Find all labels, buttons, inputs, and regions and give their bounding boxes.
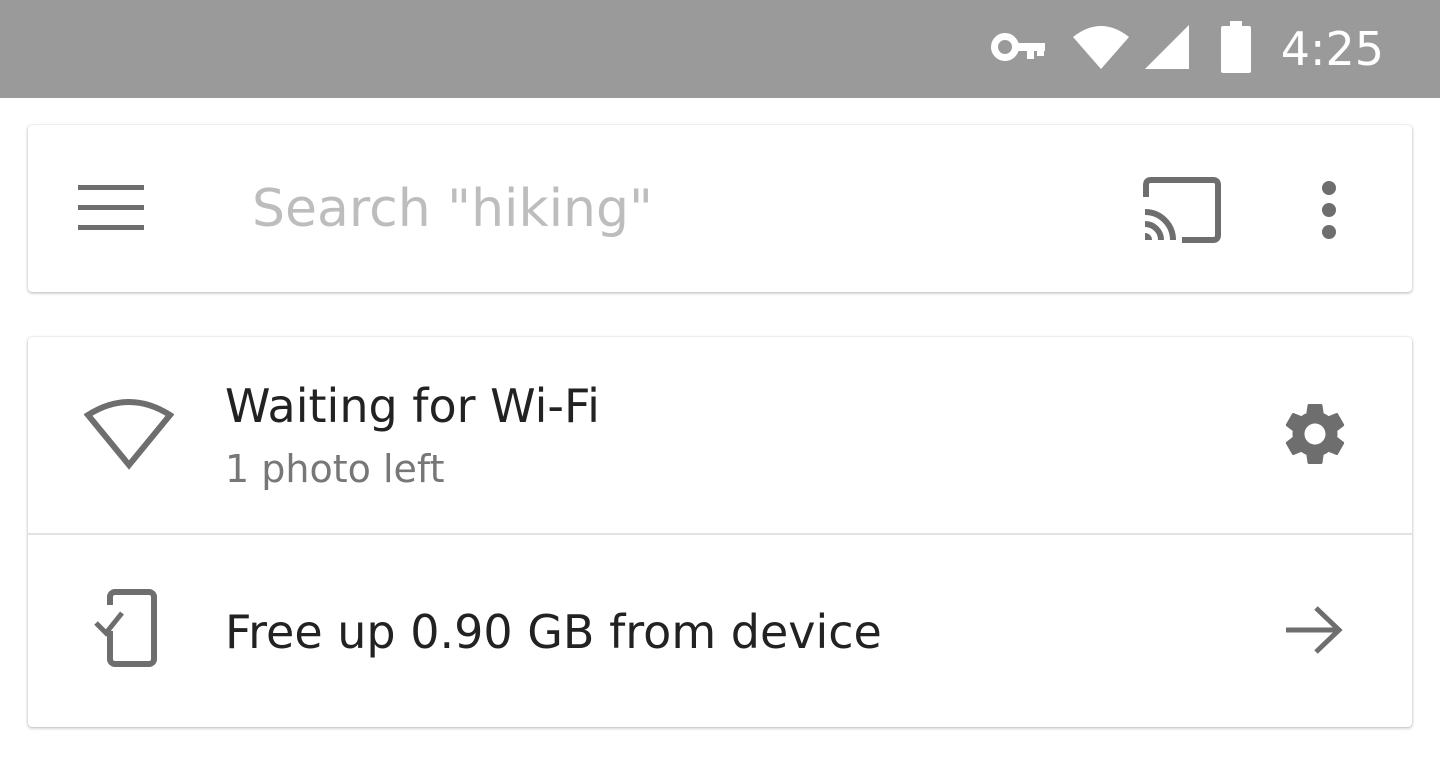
- cast-icon[interactable]: [1142, 177, 1222, 248]
- status-bar: 4:25: [0, 0, 1440, 98]
- status-time: 4:25: [1280, 22, 1384, 76]
- vpn-key-icon: [990, 27, 1047, 72]
- wifi-outline-icon: [83, 397, 175, 476]
- arrow-right-icon[interactable]: [1284, 605, 1344, 660]
- battery-icon: [1220, 20, 1251, 78]
- more-vert-icon[interactable]: [1320, 180, 1338, 245]
- settings-gear-icon[interactable]: [1279, 398, 1351, 475]
- backup-status-card: Waiting for Wi-Fi 1 photo left Free up 0…: [28, 337, 1412, 727]
- search-input[interactable]: Search "hiking": [252, 179, 653, 239]
- wifi-row-title: Waiting for Wi-Fi: [225, 379, 600, 433]
- wifi-row-subtitle: 1 photo left: [225, 447, 445, 491]
- free-up-row-title: Free up 0.90 GB from device: [225, 605, 882, 659]
- cell-signal-icon: [1143, 23, 1191, 76]
- free-up-space-row[interactable]: Free up 0.90 GB from device: [28, 535, 1412, 727]
- waiting-for-wifi-row[interactable]: Waiting for Wi-Fi 1 photo left: [28, 337, 1412, 533]
- wifi-icon: [1071, 23, 1131, 76]
- menu-icon[interactable]: [78, 185, 144, 236]
- search-bar: Search "hiking": [28, 125, 1412, 292]
- status-icons: 4:25: [990, 0, 1384, 98]
- phone-check-icon: [92, 589, 162, 674]
